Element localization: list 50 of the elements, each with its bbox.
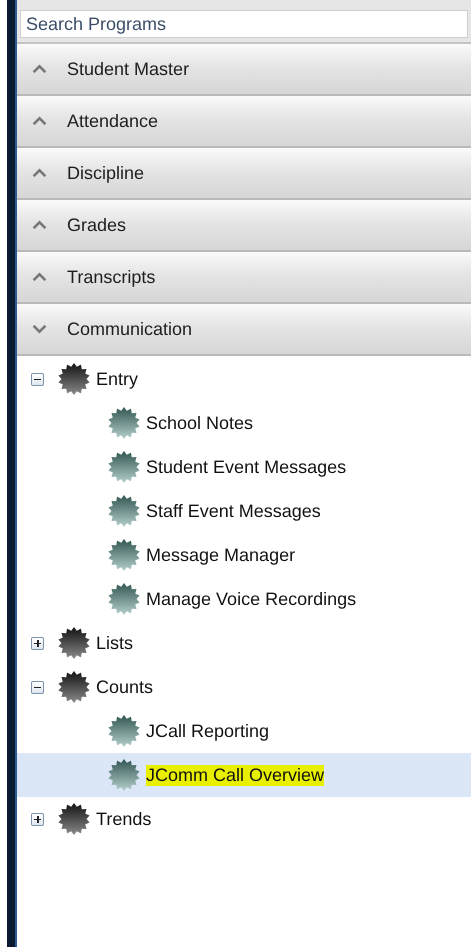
gear-icon	[108, 451, 140, 483]
tree-row[interactable]: Student Event Messages	[17, 445, 471, 489]
tree-row[interactable]: School Notes	[17, 401, 471, 445]
program-link[interactable]: Student Event Messages	[146, 456, 346, 478]
tree-row[interactable]: JComm Call Overview	[17, 753, 471, 797]
section-header[interactable]: Transcripts	[17, 252, 471, 304]
folder-label[interactable]: Trends	[96, 808, 152, 830]
folder-label[interactable]: Entry	[96, 368, 138, 390]
search-field[interactable]: Search Programs	[20, 10, 468, 38]
gear-icon	[58, 363, 90, 395]
gear-icon	[108, 715, 140, 747]
expand-icon[interactable]	[31, 636, 44, 650]
tree-row[interactable]: Lists	[17, 621, 471, 665]
collapse-icon[interactable]	[31, 680, 44, 694]
expand-icon[interactable]	[31, 812, 44, 826]
section-header[interactable]: Communication	[17, 304, 471, 356]
folder-label[interactable]: Counts	[96, 676, 154, 698]
gear-icon	[108, 759, 140, 791]
section-header[interactable]: Student Master	[17, 44, 471, 96]
section-title: Transcripts	[67, 266, 156, 288]
program-link[interactable]: JCall Reporting	[146, 720, 270, 742]
tree-row[interactable]: Trends	[17, 797, 471, 841]
gear-icon	[108, 495, 140, 527]
tree-row[interactable]: JCall Reporting	[17, 709, 471, 753]
section-title: Grades	[67, 214, 126, 236]
tree-row[interactable]: Counts	[17, 665, 471, 709]
tree-row[interactable]: Manage Voice Recordings	[17, 577, 471, 621]
gear-icon	[108, 539, 140, 571]
gear-icon	[108, 407, 140, 439]
program-link[interactable]: School Notes	[146, 412, 254, 434]
program-link[interactable]: Message Manager	[146, 544, 296, 566]
program-link[interactable]: JComm Call Overview	[146, 764, 324, 786]
section-header[interactable]: Attendance	[17, 96, 471, 148]
section-title: Attendance	[67, 110, 158, 132]
program-link[interactable]: Manage Voice Recordings	[146, 588, 356, 610]
gear-icon	[58, 803, 90, 835]
section-title: Communication	[67, 318, 192, 340]
section-header[interactable]: Grades	[17, 200, 471, 252]
tree-row[interactable]: Entry	[17, 357, 471, 401]
section-title: Discipline	[67, 162, 144, 184]
tree-row[interactable]: Staff Event Messages	[17, 489, 471, 533]
gear-icon	[58, 671, 90, 703]
section-title: Student Master	[67, 58, 190, 80]
folder-label[interactable]: Lists	[96, 632, 134, 654]
gear-icon	[58, 627, 90, 659]
collapse-icon[interactable]	[31, 372, 44, 386]
section-header[interactable]: Discipline	[17, 148, 471, 200]
tree-row[interactable]: Message Manager	[17, 533, 471, 577]
program-link[interactable]: Staff Event Messages	[146, 500, 321, 522]
gear-icon	[108, 583, 140, 615]
